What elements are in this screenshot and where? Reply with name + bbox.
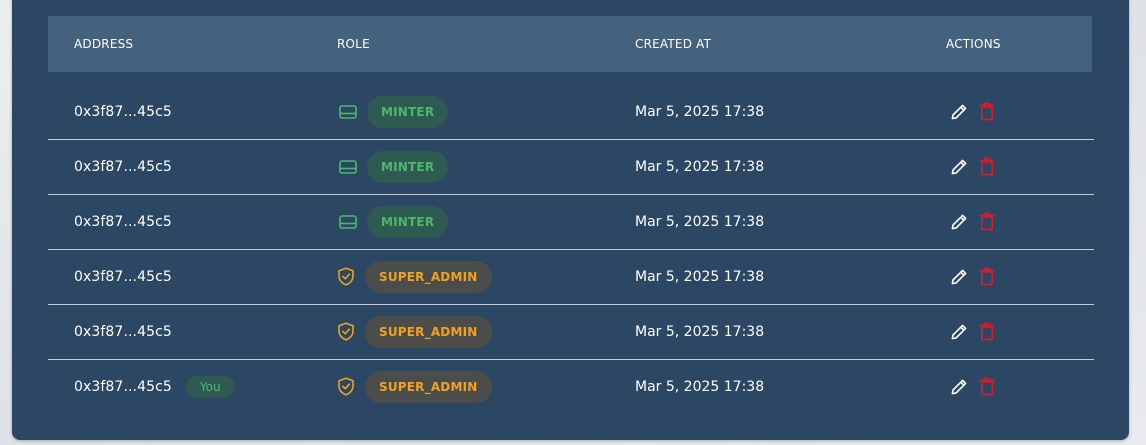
- created-at-text: Mar 5, 2025 17:38: [635, 323, 765, 340]
- edit-button[interactable]: [949, 266, 969, 288]
- role-badge: MINTER: [367, 205, 449, 238]
- address-cell: 0x3f87...45c5: [74, 304, 172, 359]
- roles-table-card: ADDRESS ROLE CREATED AT ACTIONS 0x3f87..…: [12, 0, 1129, 440]
- actions-cell: [949, 249, 997, 304]
- created-at-cell: Mar 5, 2025 17:38: [635, 194, 764, 249]
- table-header: ADDRESS ROLE CREATED AT ACTIONS: [48, 16, 1092, 72]
- role-cell: SUPER_ADMIN: [335, 304, 492, 359]
- trash-icon: [979, 212, 995, 231]
- trash-icon: [979, 322, 995, 341]
- column-header-created-at: CREATED AT: [635, 37, 712, 51]
- delete-button[interactable]: [977, 321, 997, 343]
- trash-icon: [979, 157, 995, 176]
- pencil-icon: [950, 268, 968, 286]
- created-at-cell: Mar 5, 2025 17:38: [635, 84, 764, 139]
- pencil-icon: [950, 103, 968, 121]
- edit-button[interactable]: [949, 211, 969, 233]
- table-row: 0x3f87...45c5 MINTER Mar 5, 2025 17:38: [48, 84, 1094, 140]
- created-at-text: Mar 5, 2025 17:38: [635, 268, 765, 285]
- delete-button[interactable]: [977, 266, 997, 288]
- created-at-cell: Mar 5, 2025 17:38: [635, 249, 764, 304]
- column-header-actions: ACTIONS: [946, 37, 1001, 51]
- address-text: 0x3f87...45c5: [74, 378, 172, 395]
- role-cell: SUPER_ADMIN: [335, 359, 492, 414]
- delete-button[interactable]: [977, 211, 997, 233]
- shield-check-icon: [335, 266, 357, 288]
- pencil-icon: [950, 158, 968, 176]
- address-text: 0x3f87...45c5: [74, 268, 172, 285]
- role-badge: MINTER: [367, 95, 449, 128]
- trash-icon: [979, 267, 995, 286]
- column-header-address: ADDRESS: [74, 37, 134, 51]
- you-badge: You: [185, 375, 235, 398]
- card-icon: [337, 156, 359, 178]
- address-text: 0x3f87...45c5: [74, 103, 172, 120]
- created-at-cell: Mar 5, 2025 17:38: [635, 359, 764, 414]
- pencil-icon: [950, 323, 968, 341]
- card-icon: [337, 101, 359, 123]
- role-badge: SUPER_ADMIN: [365, 260, 492, 293]
- actions-cell: [949, 84, 997, 139]
- table-row: 0x3f87...45c5 MINTER Mar 5, 2025 17:38: [48, 194, 1094, 250]
- actions-cell: [949, 304, 997, 359]
- pencil-icon: [950, 378, 968, 396]
- table-row: 0x3f87...45c5 SUPER_ADMIN Mar 5, 2025 17:3…: [48, 304, 1094, 360]
- address-cell: 0x3f87...45c5 You: [74, 359, 235, 414]
- created-at-text: Mar 5, 2025 17:38: [635, 158, 765, 175]
- created-at-cell: Mar 5, 2025 17:38: [635, 304, 764, 359]
- address-text: 0x3f87...45c5: [74, 323, 172, 340]
- role-cell: MINTER: [337, 84, 449, 139]
- created-at-cell: Mar 5, 2025 17:38: [635, 139, 764, 194]
- table-row: 0x3f87...45c5 MINTER Mar 5, 2025 17:38: [48, 139, 1094, 195]
- table-row: 0x3f87...45c5 You SUPER_ADMIN Mar 5, 2025 1…: [48, 359, 1094, 414]
- address-text: 0x3f87...45c5: [74, 158, 172, 175]
- delete-button[interactable]: [977, 101, 997, 123]
- role-badge: MINTER: [367, 150, 449, 183]
- edit-button[interactable]: [949, 156, 969, 178]
- created-at-text: Mar 5, 2025 17:38: [635, 103, 765, 120]
- actions-cell: [949, 139, 997, 194]
- edit-button[interactable]: [949, 321, 969, 343]
- card-icon: [337, 211, 359, 233]
- address-cell: 0x3f87...45c5: [74, 249, 172, 304]
- actions-cell: [949, 359, 997, 414]
- address-text: 0x3f87...45c5: [74, 213, 172, 230]
- role-cell: MINTER: [337, 194, 449, 249]
- role-cell: SUPER_ADMIN: [335, 249, 492, 304]
- role-badge: SUPER_ADMIN: [365, 370, 492, 403]
- created-at-text: Mar 5, 2025 17:38: [635, 213, 765, 230]
- address-cell: 0x3f87...45c5: [74, 194, 172, 249]
- column-header-role: ROLE: [337, 37, 370, 51]
- delete-button[interactable]: [977, 376, 997, 398]
- edit-button[interactable]: [949, 101, 969, 123]
- shield-check-icon: [335, 376, 357, 398]
- delete-button[interactable]: [977, 156, 997, 178]
- created-at-text: Mar 5, 2025 17:38: [635, 378, 765, 395]
- table-row: 0x3f87...45c5 SUPER_ADMIN Mar 5, 2025 17:3…: [48, 249, 1094, 305]
- role-cell: MINTER: [337, 139, 449, 194]
- address-cell: 0x3f87...45c5: [74, 139, 172, 194]
- trash-icon: [979, 102, 995, 121]
- edit-button[interactable]: [949, 376, 969, 398]
- shield-check-icon: [335, 321, 357, 343]
- role-badge: SUPER_ADMIN: [365, 315, 492, 348]
- address-cell: 0x3f87...45c5: [74, 84, 172, 139]
- pencil-icon: [950, 213, 968, 231]
- trash-icon: [979, 377, 995, 396]
- actions-cell: [949, 194, 997, 249]
